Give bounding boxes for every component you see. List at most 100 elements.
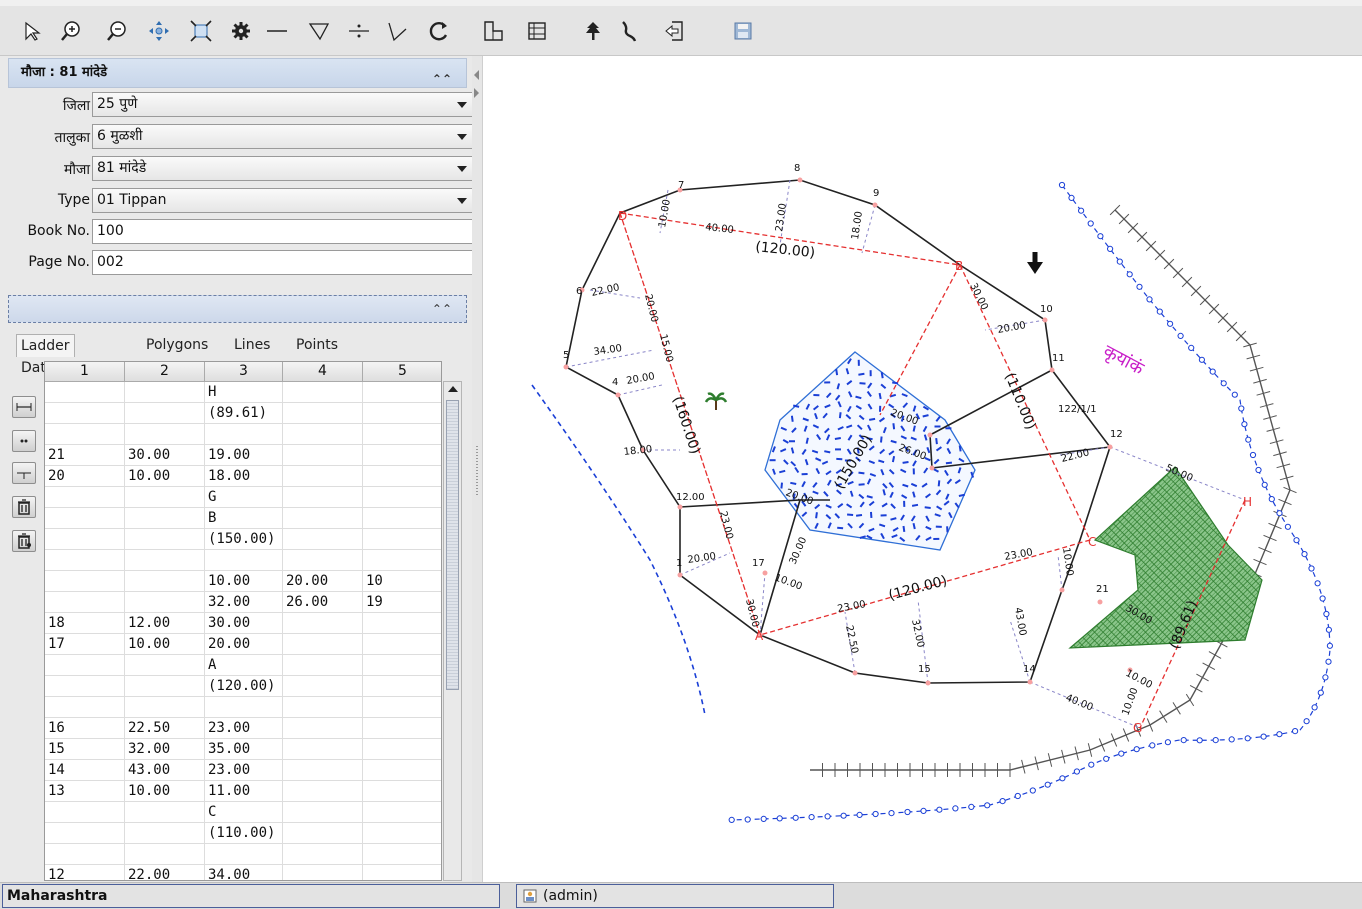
table-cell[interactable] xyxy=(283,529,363,550)
draw-line-tool[interactable] xyxy=(264,18,290,44)
table-cell[interactable]: 10.00 xyxy=(125,634,205,655)
table-cell[interactable]: 34.00 xyxy=(205,865,283,880)
table-row[interactable]: A xyxy=(45,655,441,676)
table-row[interactable] xyxy=(45,550,441,571)
rectangle-tool[interactable] xyxy=(524,18,550,44)
table-cell[interactable] xyxy=(125,676,205,697)
table-row[interactable]: 20 10.00 18.00 xyxy=(45,466,441,487)
table-cell[interactable]: 22.50 xyxy=(125,718,205,739)
table-cell[interactable] xyxy=(125,424,205,445)
table-cell[interactable]: 12 xyxy=(45,865,125,880)
table-cell[interactable]: 10.00 xyxy=(125,781,205,802)
table-cell[interactable] xyxy=(45,571,125,592)
table-cell[interactable]: 43.00 xyxy=(125,760,205,781)
table-cell[interactable] xyxy=(363,508,441,529)
table-cell[interactable] xyxy=(125,802,205,823)
table-cell[interactable] xyxy=(45,424,125,445)
type-select[interactable]: 01 Tippan xyxy=(92,188,474,213)
table-cell[interactable]: 19.00 xyxy=(205,445,283,466)
collapse-chevron-icon[interactable]: ⌃⌃ xyxy=(432,302,452,316)
table-cell[interactable]: 17 xyxy=(45,634,125,655)
table-row[interactable]: B xyxy=(45,508,441,529)
table-cell[interactable]: 23.00 xyxy=(205,718,283,739)
village-panel-header[interactable]: मौजा : 81 मांदेडे ⌃⌃ xyxy=(8,58,467,88)
table-row[interactable]: C xyxy=(45,802,441,823)
table-cell[interactable]: 26.00 xyxy=(283,592,363,613)
table-cell[interactable] xyxy=(283,655,363,676)
column-header-1[interactable]: 1 xyxy=(45,362,125,382)
table-cell[interactable] xyxy=(363,382,441,403)
table-cell[interactable] xyxy=(283,718,363,739)
field-polygon[interactable] xyxy=(1068,466,1263,649)
table-cell[interactable]: 22.00 xyxy=(125,865,205,880)
table-cell[interactable] xyxy=(363,634,441,655)
table-cell[interactable]: 21 xyxy=(45,445,125,466)
page-number-input[interactable]: 002 xyxy=(92,250,474,275)
table-cell[interactable] xyxy=(283,487,363,508)
table-cell[interactable] xyxy=(283,802,363,823)
table-cell[interactable]: 10.00 xyxy=(205,571,283,592)
zoom-in-tool[interactable] xyxy=(58,18,84,44)
table-cell[interactable]: 10 xyxy=(363,571,441,592)
table-cell[interactable] xyxy=(45,403,125,424)
table-cell[interactable] xyxy=(283,382,363,403)
table-cell[interactable]: (110.00) xyxy=(205,823,283,844)
table-cell[interactable] xyxy=(363,529,441,550)
table-cell[interactable]: B xyxy=(205,508,283,529)
table-row[interactable]: (110.00) xyxy=(45,823,441,844)
table-cell[interactable] xyxy=(363,739,441,760)
insert-point-button[interactable] xyxy=(12,430,36,452)
table-row[interactable]: 16 22.50 23.00 xyxy=(45,718,441,739)
table-row[interactable]: 18 12.00 30.00 xyxy=(45,613,441,634)
table-row[interactable] xyxy=(45,697,441,718)
settings-tool[interactable] xyxy=(228,18,254,44)
table-cell[interactable] xyxy=(45,844,125,865)
zoom-out-tool[interactable] xyxy=(104,18,130,44)
table-row[interactable]: 17 10.00 20.00 xyxy=(45,634,441,655)
splitter-grip[interactable] xyxy=(476,446,478,496)
table-cell[interactable] xyxy=(363,760,441,781)
table-cell[interactable] xyxy=(283,424,363,445)
table-cell[interactable]: 20.00 xyxy=(283,571,363,592)
tab-ladder-data[interactable]: Ladder Data xyxy=(16,334,75,376)
table-cell[interactable] xyxy=(125,655,205,676)
table-vertical-scrollbar[interactable] xyxy=(443,381,462,881)
table-cell[interactable] xyxy=(363,403,441,424)
table-cell[interactable] xyxy=(363,865,441,880)
zoom-extent-tool[interactable] xyxy=(188,18,214,44)
table-row[interactable]: 14 43.00 23.00 xyxy=(45,760,441,781)
table-cell[interactable]: 18.00 xyxy=(205,466,283,487)
offset-tool[interactable] xyxy=(384,18,410,44)
table-cell[interactable] xyxy=(125,823,205,844)
table-cell[interactable]: (89.61) xyxy=(205,403,283,424)
table-cell[interactable]: 20 xyxy=(45,466,125,487)
table-cell[interactable] xyxy=(125,550,205,571)
table-cell[interactable] xyxy=(205,424,283,445)
table-cell[interactable] xyxy=(125,529,205,550)
table-row[interactable]: H xyxy=(45,382,441,403)
table-cell[interactable]: 12.00 xyxy=(125,613,205,634)
table-cell[interactable] xyxy=(363,781,441,802)
tab-polygons[interactable]: Polygons xyxy=(142,334,212,356)
taluka-select[interactable]: 6 मुळशी xyxy=(92,124,474,149)
table-cell[interactable] xyxy=(283,781,363,802)
table-cell[interactable] xyxy=(283,403,363,424)
table-cell[interactable] xyxy=(363,697,441,718)
table-cell[interactable]: 15 xyxy=(45,739,125,760)
scrollbar-thumb[interactable] xyxy=(446,400,459,690)
table-cell[interactable] xyxy=(125,571,205,592)
export-tool[interactable] xyxy=(662,18,688,44)
table-cell[interactable]: 32.00 xyxy=(125,739,205,760)
tab-lines[interactable]: Lines xyxy=(230,334,274,356)
table-cell[interactable] xyxy=(363,613,441,634)
table-cell[interactable] xyxy=(283,739,363,760)
tree-tool[interactable] xyxy=(580,18,606,44)
table-cell[interactable]: 30.00 xyxy=(125,445,205,466)
polygon-tool[interactable] xyxy=(480,18,506,44)
table-cell[interactable] xyxy=(45,529,125,550)
panel-splitter[interactable] xyxy=(472,56,483,882)
column-header-3[interactable]: 3 xyxy=(205,362,283,382)
table-cell[interactable] xyxy=(283,466,363,487)
insert-offset-button[interactable] xyxy=(12,462,36,484)
table-cell[interactable] xyxy=(363,823,441,844)
